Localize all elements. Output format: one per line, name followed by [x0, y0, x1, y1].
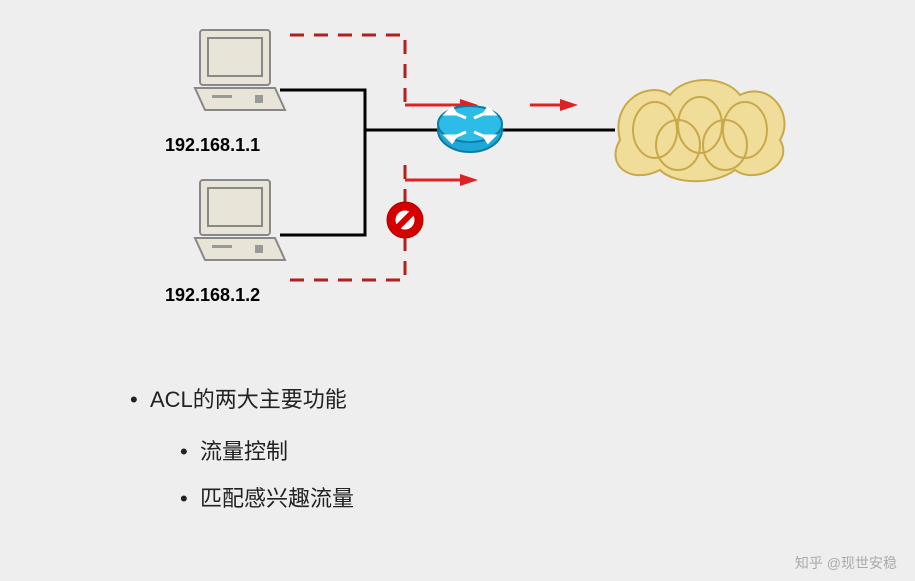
host1-ip-label: 192.168.1.1	[165, 135, 260, 156]
arrow-head-top2	[560, 99, 578, 111]
network-diagram: 192.168.1.1 192.168.1.2	[0, 0, 915, 340]
arrow-head-bottom	[460, 174, 478, 186]
no-entry-icon	[387, 202, 423, 238]
sub-bullet-2: • 匹配感兴趣流量	[180, 479, 354, 519]
heading-text: ACL的两大主要功能	[150, 387, 347, 412]
computer-icon	[195, 30, 285, 110]
router-icon	[438, 106, 502, 152]
diagram-svg	[0, 0, 915, 340]
sub2-text: 匹配感兴趣流量	[200, 486, 354, 511]
sub-bullet-1: • 流量控制	[180, 432, 354, 472]
computer-icon	[195, 180, 285, 260]
text-content: • ACL的两大主要功能 • 流量控制 • 匹配感兴趣流量	[130, 380, 354, 527]
heading-bullet: • ACL的两大主要功能	[130, 380, 354, 420]
flow-allowed	[290, 35, 405, 110]
host2-ip-label: 192.168.1.2	[165, 285, 260, 306]
cloud-icon	[616, 80, 785, 181]
watermark: 知乎 @现世安稳	[795, 553, 897, 573]
sub1-text: 流量控制	[200, 439, 288, 464]
